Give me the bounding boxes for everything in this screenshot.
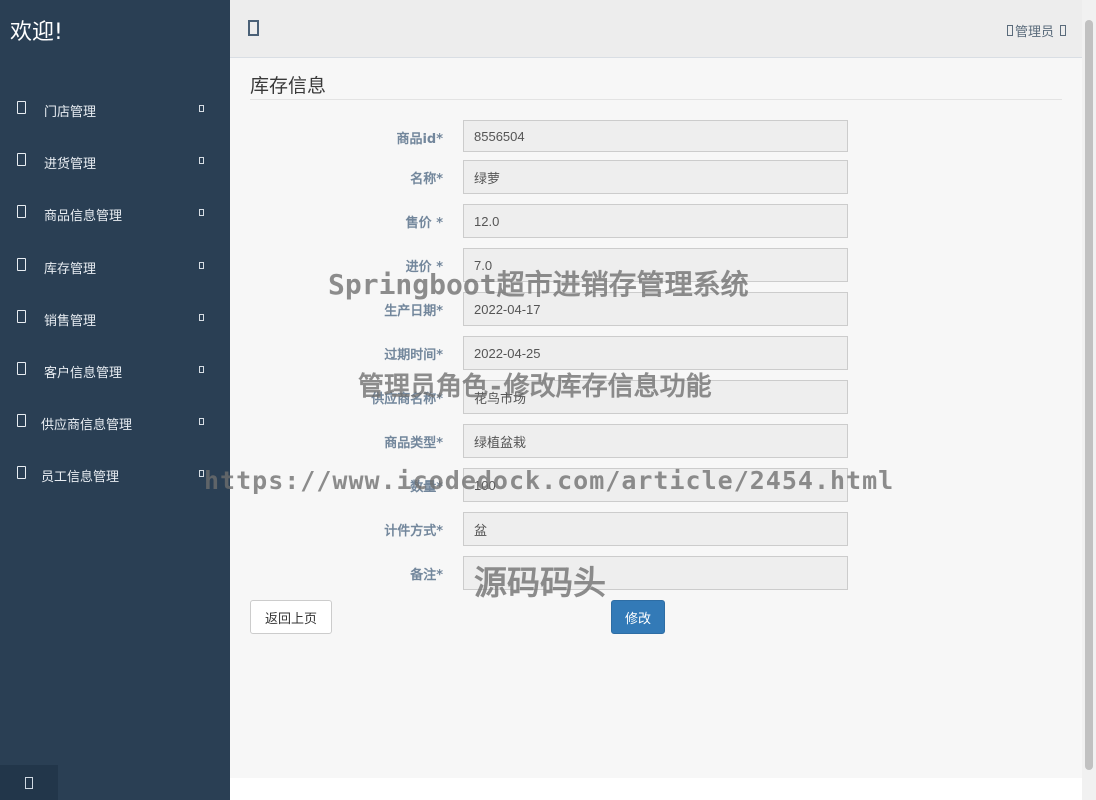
form-row-sale-price: 售价 *: [230, 204, 1082, 238]
form-row-name: 名称*: [230, 160, 1082, 194]
scrollbar[interactable]: [1082, 0, 1096, 800]
logout-icon: [25, 776, 33, 789]
employee-icon: [17, 466, 26, 480]
bottom-strip: [230, 778, 1082, 800]
sidebar-nav: 门店管理 进货管理 商品信息管理 库存管理 销售管理 客户信息管理 供应商信息管…: [0, 84, 230, 502]
modify-button[interactable]: 修改: [611, 600, 665, 634]
field-label: 计件方式*: [384, 524, 443, 539]
form-row-quantity: 数量*: [230, 468, 1082, 502]
welcome-title: 欢迎!: [10, 20, 63, 45]
store-icon: [17, 101, 26, 114]
sidebar-item-label: 客户信息管理: [44, 365, 123, 381]
sidebar-item-label: 库存管理: [44, 261, 97, 277]
scroll-thumb[interactable]: [1085, 20, 1093, 770]
user-icon: [1006, 25, 1013, 36]
sidebar-item-customer[interactable]: 客户信息管理: [0, 345, 230, 397]
menu-toggle-icon[interactable]: [248, 20, 259, 36]
supplier-field[interactable]: [463, 380, 848, 414]
chevron-icon: [199, 470, 204, 478]
sidebar-item-inventory[interactable]: 库存管理: [0, 241, 230, 293]
field-label: 供应商名称*: [371, 392, 443, 407]
user-menu[interactable]: 管理员: [1006, 21, 1066, 40]
form-row-product-id: 商品id*: [230, 120, 1082, 152]
title-divider: [250, 99, 1062, 100]
field-label: 生产日期*: [384, 304, 443, 319]
chevron-icon: [199, 313, 204, 321]
sidebar-item-label: 门店管理: [44, 105, 97, 120]
chevron-icon: [199, 105, 204, 112]
chevron-icon: [199, 157, 204, 165]
form-row-unit: 计件方式*: [230, 512, 1082, 546]
top-navbar: 管理员: [230, 0, 1082, 58]
remark-field[interactable]: [463, 556, 848, 590]
purchase-icon: [17, 153, 26, 167]
production-date-field[interactable]: [463, 292, 848, 326]
field-label: 数量*: [410, 480, 443, 495]
form-row-category: 商品类型*: [230, 424, 1082, 458]
sidebar-item-sales[interactable]: 销售管理: [0, 293, 230, 345]
sidebar-item-label: 商品信息管理: [44, 209, 123, 225]
form-row-supplier: 供应商名称*: [230, 380, 1082, 414]
chevron-down-icon: [1060, 25, 1066, 36]
chevron-icon: [199, 261, 204, 269]
cost-price-field[interactable]: [463, 248, 848, 282]
expiry-date-field[interactable]: [463, 336, 848, 370]
supplier-icon: [17, 414, 26, 428]
sidebar-item-employee[interactable]: 员工信息管理: [0, 449, 230, 501]
field-label: 商品id*: [396, 132, 443, 147]
sidebar-item-label: 供应商信息管理: [41, 418, 133, 434]
field-label: 售价 *: [405, 216, 443, 231]
inventory-icon: [17, 257, 26, 271]
sidebar-item-store[interactable]: 门店管理: [0, 84, 230, 136]
chevron-icon: [199, 418, 204, 426]
field-label: 备注*: [410, 568, 443, 583]
field-label: 过期时间*: [384, 348, 443, 363]
chevron-icon: [199, 365, 204, 373]
back-button[interactable]: 返回上页: [250, 600, 332, 634]
field-label: 商品类型*: [384, 436, 443, 451]
quantity-field[interactable]: [463, 468, 848, 502]
customer-icon: [17, 361, 26, 375]
sidebar-item-label: 员工信息管理: [41, 470, 120, 486]
product-icon: [17, 205, 26, 219]
sidebar-item-label: 销售管理: [44, 313, 97, 329]
product-id-field[interactable]: [463, 120, 848, 152]
user-label: 管理员: [1014, 25, 1054, 40]
sidebar-item-product[interactable]: 商品信息管理: [0, 188, 230, 240]
sale-price-field[interactable]: [463, 204, 848, 238]
unit-field[interactable]: [463, 512, 848, 546]
sidebar-item-purchase[interactable]: 进货管理: [0, 136, 230, 188]
form-row-cost-price: 进价 *: [230, 248, 1082, 282]
field-label: 进价 *: [405, 260, 443, 275]
page-title: 库存信息: [250, 75, 327, 97]
field-label: 名称*: [410, 172, 443, 187]
chevron-icon: [199, 209, 204, 217]
sidebar-item-supplier[interactable]: 供应商信息管理: [0, 397, 230, 449]
form-row-expiry-date: 过期时间*: [230, 336, 1082, 370]
form-row-production-date: 生产日期*: [230, 292, 1082, 326]
sidebar: 欢迎! 门店管理 进货管理 商品信息管理 库存管理 销售管理 客户信息管理 供应…: [0, 0, 230, 800]
category-field[interactable]: [463, 424, 848, 458]
name-field[interactable]: [463, 160, 848, 194]
sidebar-item-label: 进货管理: [44, 157, 97, 173]
main-content: 库存信息 商品id* 名称* 售价 * 进价 * 生产日期* 过期时间* 供应商…: [230, 58, 1082, 778]
form-row-remark: 备注*: [230, 556, 1082, 590]
sales-icon: [17, 309, 26, 323]
logout-button[interactable]: [0, 765, 58, 800]
